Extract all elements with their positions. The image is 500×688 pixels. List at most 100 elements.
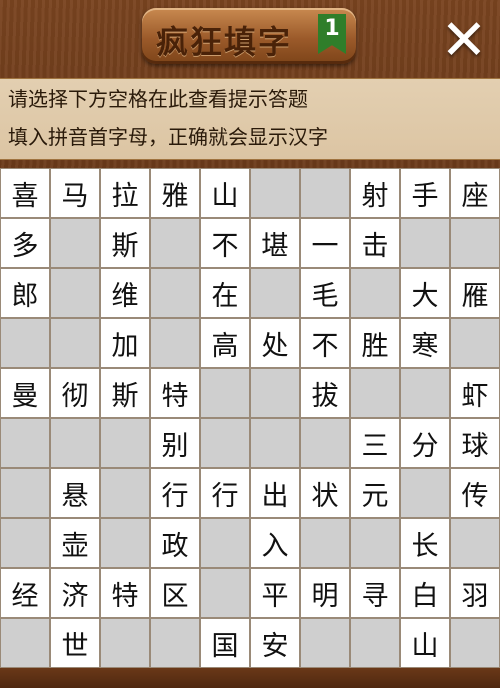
crossword-cell[interactable]: 曼 xyxy=(0,368,50,418)
blocked-cell xyxy=(50,268,100,318)
crossword-cell[interactable]: 高 xyxy=(200,318,250,368)
blocked-cell xyxy=(400,218,450,268)
crossword-cell[interactable]: 壶 xyxy=(50,518,100,568)
blocked-cell xyxy=(250,168,300,218)
crossword-cell[interactable]: 行 xyxy=(150,468,200,518)
crossword-cell[interactable]: 特 xyxy=(150,368,200,418)
crossword-cell[interactable]: 斯 xyxy=(100,218,150,268)
crossword-cell[interactable]: 大 xyxy=(400,268,450,318)
blocked-cell xyxy=(350,618,400,668)
crossword-cell[interactable]: 明 xyxy=(300,568,350,618)
blocked-cell xyxy=(250,418,300,468)
crossword-cell[interactable]: 手 xyxy=(400,168,450,218)
blocked-cell xyxy=(300,618,350,668)
crossword-cell[interactable]: 山 xyxy=(400,618,450,668)
hint-panel: 请选择下方空格在此查看提示答题 填入拼音首字母，正确就会显示汉字 xyxy=(0,78,500,160)
crossword-cell[interactable]: 座 xyxy=(450,168,500,218)
close-button[interactable]: ✕ xyxy=(436,13,492,70)
crossword-cell[interactable]: 安 xyxy=(250,618,300,668)
crossword-cell[interactable]: 山 xyxy=(200,168,250,218)
crossword-cell[interactable]: 不 xyxy=(300,318,350,368)
blocked-cell xyxy=(450,518,500,568)
blocked-cell xyxy=(50,318,100,368)
blocked-cell xyxy=(0,318,50,368)
blocked-cell xyxy=(150,218,200,268)
blocked-cell xyxy=(450,218,500,268)
crossword-cell[interactable]: 击 xyxy=(350,218,400,268)
crossword-cell[interactable]: 喜 xyxy=(0,168,50,218)
crossword-cell[interactable]: 三 xyxy=(350,418,400,468)
crossword-cell[interactable]: 状 xyxy=(300,468,350,518)
crossword-cell[interactable]: 雁 xyxy=(450,268,500,318)
crossword-cell[interactable]: 毛 xyxy=(300,268,350,318)
blocked-cell xyxy=(400,468,450,518)
crossword-cell[interactable]: 堪 xyxy=(250,218,300,268)
blocked-cell xyxy=(150,618,200,668)
blocked-cell xyxy=(200,568,250,618)
crossword-cell[interactable]: 行 xyxy=(200,468,250,518)
crossword-cell[interactable]: 彻 xyxy=(50,368,100,418)
crossword-cell[interactable]: 特 xyxy=(100,568,150,618)
blocked-cell xyxy=(100,618,150,668)
crossword-cell[interactable]: 入 xyxy=(250,518,300,568)
crossword-cell[interactable]: 传 xyxy=(450,468,500,518)
crossword-cell[interactable]: 郎 xyxy=(0,268,50,318)
blocked-cell xyxy=(0,518,50,568)
blocked-cell xyxy=(50,218,100,268)
crossword-cell[interactable]: 白 xyxy=(400,568,450,618)
crossword-cell[interactable]: 寒 xyxy=(400,318,450,368)
crossword-cell[interactable]: 不 xyxy=(200,218,250,268)
crossword-game-screen: 疯狂填字 1 ✕ 请选择下方空格在此查看提示答题 填入拼音首字母，正确就会显示汉… xyxy=(0,0,500,688)
crossword-cell[interactable]: 斯 xyxy=(100,368,150,418)
game-title: 疯狂填字 xyxy=(156,23,293,61)
hint-text-select: 请选择下方空格在此查看提示答题 xyxy=(8,87,308,111)
title-plaque: 疯狂填字 1 xyxy=(142,8,356,64)
crossword-cell[interactable]: 加 xyxy=(100,318,150,368)
blocked-cell xyxy=(300,168,350,218)
crossword-cell[interactable]: 经 xyxy=(0,568,50,618)
crossword-cell[interactable]: 球 xyxy=(450,418,500,468)
blocked-cell xyxy=(0,418,50,468)
crossword-cell[interactable]: 在 xyxy=(200,268,250,318)
blocked-cell xyxy=(150,268,200,318)
header-bar: 疯狂填字 1 ✕ xyxy=(0,0,500,78)
crossword-cell[interactable]: 射 xyxy=(350,168,400,218)
crossword-cell[interactable]: 羽 xyxy=(450,568,500,618)
crossword-cell[interactable]: 政 xyxy=(150,518,200,568)
blocked-cell xyxy=(450,318,500,368)
crossword-cell[interactable]: 马 xyxy=(50,168,100,218)
crossword-cell[interactable]: 多 xyxy=(0,218,50,268)
crossword-cell[interactable]: 元 xyxy=(350,468,400,518)
blocked-cell xyxy=(350,518,400,568)
blocked-cell xyxy=(150,318,200,368)
crossword-cell[interactable]: 长 xyxy=(400,518,450,568)
crossword-cell[interactable]: 国 xyxy=(200,618,250,668)
blocked-cell xyxy=(250,368,300,418)
blocked-cell xyxy=(400,368,450,418)
crossword-cell[interactable]: 寻 xyxy=(350,568,400,618)
crossword-cell[interactable]: 胜 xyxy=(350,318,400,368)
crossword-cell[interactable]: 拔 xyxy=(300,368,350,418)
blocked-cell xyxy=(300,418,350,468)
blocked-cell xyxy=(50,418,100,468)
crossword-cell[interactable]: 区 xyxy=(150,568,200,618)
crossword-cell[interactable]: 雅 xyxy=(150,168,200,218)
crossword-cell[interactable]: 悬 xyxy=(50,468,100,518)
crossword-cell[interactable]: 平 xyxy=(250,568,300,618)
crossword-cell[interactable]: 处 xyxy=(250,318,300,368)
crossword-cell[interactable]: 济 xyxy=(50,568,100,618)
blocked-cell xyxy=(350,268,400,318)
crossword-cell[interactable]: 别 xyxy=(150,418,200,468)
crossword-cell[interactable]: 世 xyxy=(50,618,100,668)
blocked-cell xyxy=(250,268,300,318)
crossword-cell[interactable]: 拉 xyxy=(100,168,150,218)
crossword-cell[interactable]: 出 xyxy=(250,468,300,518)
blocked-cell xyxy=(200,418,250,468)
level-flag-icon: 1 xyxy=(318,14,346,54)
crossword-cell[interactable]: 维 xyxy=(100,268,150,318)
crossword-grid: 喜马拉雅山射手座多斯不堪一击郎维在毛大雁加高处不胜寒曼彻斯特拔虾别三分球悬行行出… xyxy=(0,168,500,668)
crossword-cell[interactable]: 分 xyxy=(400,418,450,468)
blocked-cell xyxy=(300,518,350,568)
crossword-cell[interactable]: 虾 xyxy=(450,368,500,418)
crossword-cell[interactable]: 一 xyxy=(300,218,350,268)
